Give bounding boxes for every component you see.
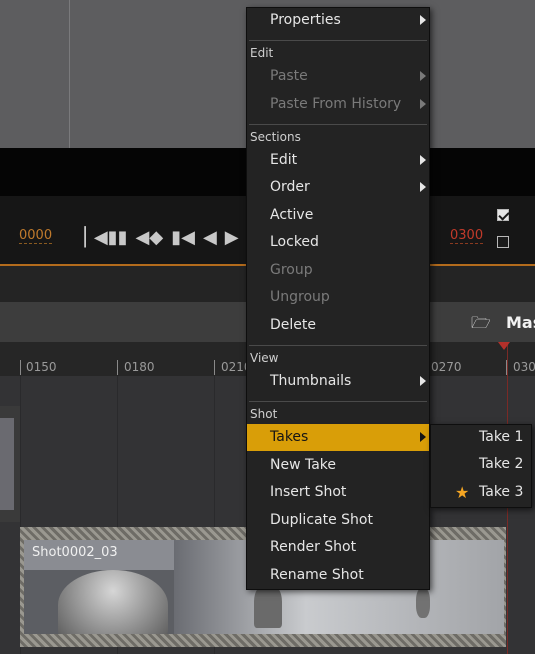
menu-item-active[interactable]: Active [247, 202, 509, 229]
start-time-field[interactable]: 0000 [19, 228, 53, 244]
ruler-tick-label: 0270 [431, 360, 462, 374]
submenu-item-take-2[interactable]: Take 2 [431, 451, 531, 478]
menu-item-edit[interactable]: Edit [247, 147, 429, 174]
submenu-item-take-1[interactable]: Take 1 [431, 424, 531, 451]
submenu-item-label: Take 2 [479, 456, 524, 472]
submenu-arrow-icon [420, 182, 426, 192]
step-back-frame-icon[interactable]: ◀▮▮ [94, 227, 128, 248]
menu-section-sections: Sections [250, 130, 301, 144]
ruler-tick [20, 360, 21, 375]
menu-item-label: Takes [270, 429, 309, 445]
ruler-tick-label: 0150 [26, 360, 57, 374]
menu-item-order[interactable]: Order [247, 174, 429, 201]
submenu-arrow-icon [420, 15, 426, 25]
menu-separator [249, 124, 427, 125]
menu-item-label: Thumbnails [270, 373, 352, 389]
menu-item-label: Duplicate Shot [270, 512, 373, 528]
submenu-arrow-icon [420, 432, 426, 442]
folder-icon[interactable]: 🗁 [471, 312, 491, 332]
submenu-item-take-3[interactable]: ★ Take 3 [431, 479, 531, 506]
menu-item-ungroup[interactable]: Ungroup [247, 284, 429, 311]
menu-item-label: Ungroup [270, 289, 330, 305]
submenu-item-label: Take 3 [479, 484, 524, 500]
menu-item-insert-shot[interactable]: Insert Shot [247, 479, 429, 506]
menu-item-delete[interactable]: Delete [247, 312, 429, 339]
menu-item-label: Delete [270, 317, 316, 333]
menu-item-label: Locked [270, 234, 319, 250]
menu-item-thumbnails[interactable]: Thumbnails [247, 368, 429, 395]
playhead-marker[interactable] [498, 342, 510, 350]
menu-item-label: New Take [270, 457, 337, 473]
play-reverse-icon[interactable]: ◀ [203, 227, 217, 248]
menu-item-takes[interactable]: Takes [247, 424, 429, 451]
menu-item-locked[interactable]: Locked [247, 229, 509, 256]
play-icon[interactable]: ▶ [225, 227, 239, 248]
menu-item-label: Order [270, 179, 310, 195]
menu-item-label: Rename Shot [270, 567, 364, 583]
ruler-tick-label: 0180 [124, 360, 155, 374]
menu-item-rename-shot[interactable]: Rename Shot [247, 562, 429, 589]
shot-clip-label: Shot0002_03 [32, 545, 118, 560]
menu-item-label: Active [270, 207, 314, 223]
locked-checkbox[interactable] [497, 236, 509, 248]
menu-item-paste-from-history[interactable]: Paste From History [247, 91, 429, 118]
transport-controls: ▕ ◀▮▮ ◀◆ ▮◀ ◀ ▶ [72, 224, 239, 250]
active-checkbox[interactable] [497, 209, 509, 221]
menu-item-label: Group [270, 262, 313, 278]
menu-item-label: Paste From History [270, 96, 402, 112]
menu-separator [249, 40, 427, 41]
menu-item-label: Properties [270, 12, 341, 28]
menu-item-properties[interactable]: Properties [247, 7, 429, 34]
menu-separator [249, 345, 427, 346]
menu-item-label: Edit [270, 152, 298, 168]
previous-shot-thumbnail [0, 418, 14, 510]
submenu-arrow-icon [420, 155, 426, 165]
viewport-divider [69, 0, 70, 148]
submenu-arrow-icon [420, 376, 426, 386]
menu-section-edit: Edit [250, 46, 274, 60]
menu-item-group[interactable]: Group [247, 257, 429, 284]
menu-item-duplicate-shot[interactable]: Duplicate Shot [247, 507, 429, 534]
jump-to-start-icon[interactable]: ▕ [72, 227, 86, 248]
menu-section-shot: Shot [250, 407, 278, 421]
ruler-tick [214, 360, 215, 375]
menu-item-paste[interactable]: Paste [247, 63, 429, 90]
step-back-key-icon[interactable]: ◀◆ [136, 227, 164, 248]
play-reverse-step-icon[interactable]: ▮◀ [171, 227, 195, 248]
menu-item-label: Render Shot [270, 539, 357, 555]
submenu-arrow-icon [420, 71, 426, 81]
star-icon: ★ [455, 483, 470, 502]
ruler-tick-label: 030 [513, 360, 535, 374]
menu-separator [249, 401, 427, 402]
menu-item-label: Insert Shot [270, 484, 347, 500]
menu-section-view: View [250, 351, 279, 365]
submenu-item-label: Take 1 [479, 429, 524, 445]
end-time-field[interactable]: 0300 [450, 228, 484, 244]
menu-item-label: Paste [270, 68, 308, 84]
ruler-tick [117, 360, 118, 375]
sequence-name-label: Mas [506, 313, 535, 332]
menu-item-new-take[interactable]: New Take [247, 452, 429, 479]
submenu-arrow-icon [420, 99, 426, 109]
menu-item-render-shot[interactable]: Render Shot [247, 534, 429, 561]
